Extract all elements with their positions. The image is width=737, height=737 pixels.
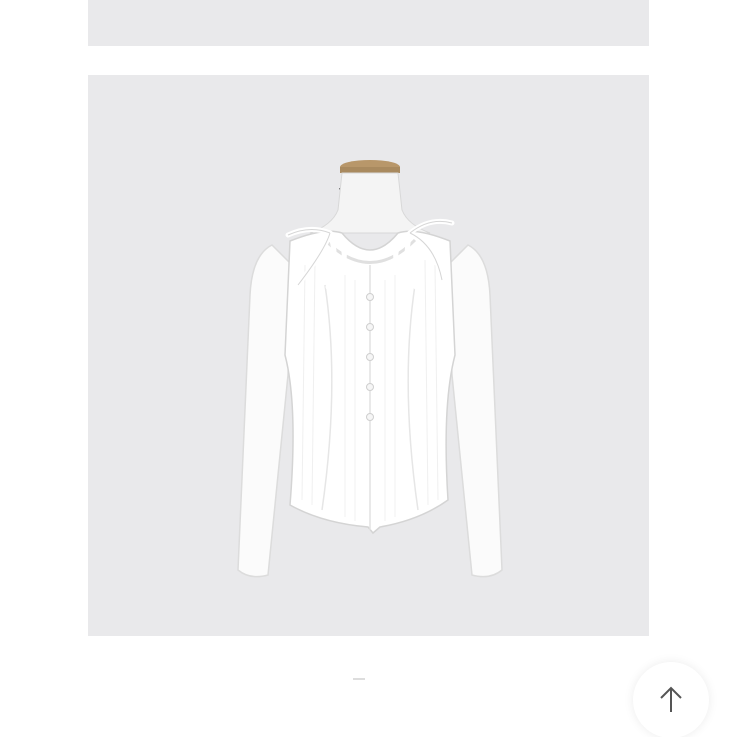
- left-sleeve: [237, 244, 293, 578]
- button-2: [366, 323, 374, 331]
- button-3: [366, 353, 374, 361]
- button-5: [366, 413, 374, 421]
- previous-image-panel: [88, 0, 649, 46]
- divider-mark: [353, 678, 365, 680]
- mannequin-neck-top: [340, 167, 400, 173]
- right-sleeve: [447, 244, 503, 578]
- product-detail-page: 화이트: [0, 0, 737, 737]
- arrow-up-icon: [660, 686, 682, 712]
- scroll-to-top-button[interactable]: [633, 662, 709, 737]
- button-4: [366, 383, 374, 391]
- mannequin-neck: [309, 172, 431, 234]
- button-1: [366, 293, 374, 301]
- product-image: [237, 160, 503, 578]
